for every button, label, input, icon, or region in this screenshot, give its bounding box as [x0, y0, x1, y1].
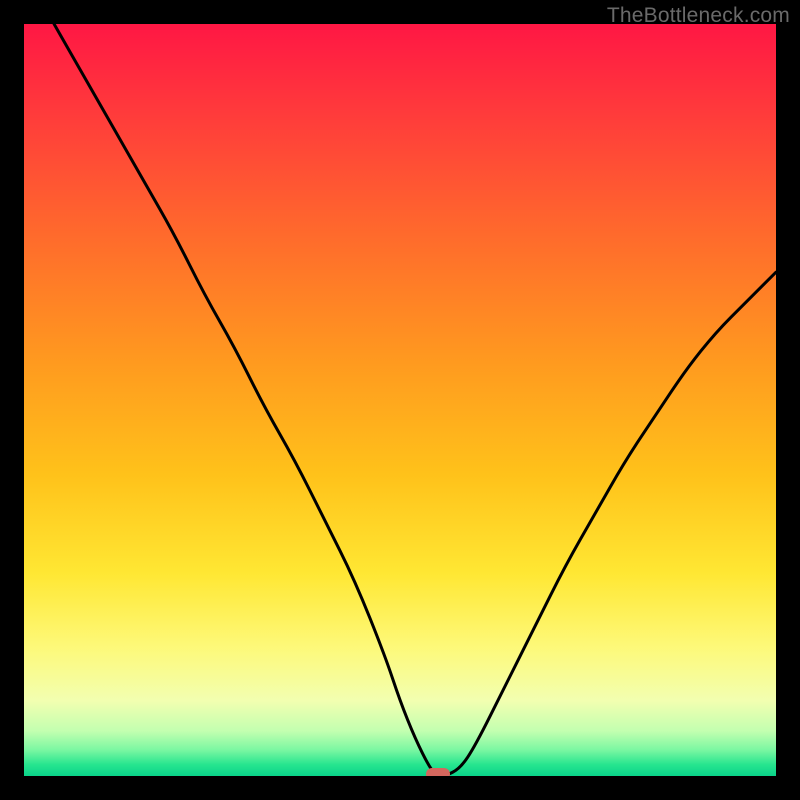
bottleneck-curve [24, 24, 776, 776]
chart-stage: TheBottleneck.com [0, 0, 800, 800]
watermark-label: TheBottleneck.com [607, 4, 790, 28]
plot-area [24, 24, 776, 776]
optimal-marker [426, 768, 450, 776]
